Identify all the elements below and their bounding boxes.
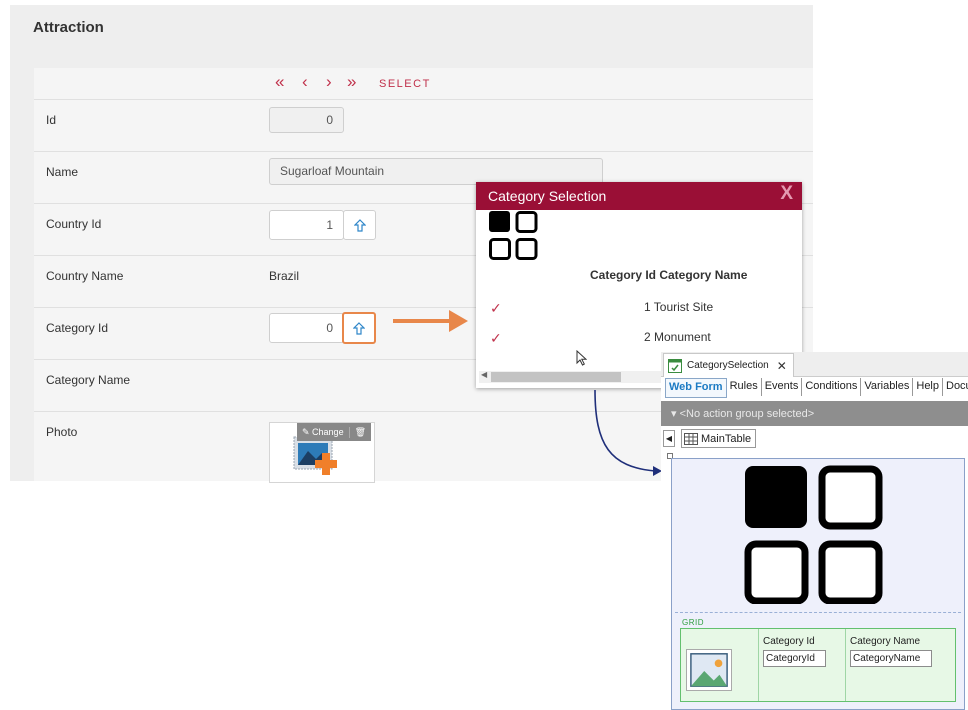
- country-name-value: Brazil: [269, 269, 300, 283]
- crumb-back-button[interactable]: ◀: [663, 430, 675, 447]
- name-input[interactable]: Sugarloaf Mountain: [269, 158, 603, 185]
- previous-record-button[interactable]: ‹: [302, 72, 308, 92]
- grid-field-category-id[interactable]: CategoryId: [763, 650, 826, 667]
- id-label: Id: [46, 113, 57, 127]
- table-icon: [684, 432, 698, 445]
- check-icon[interactable]: ✓: [490, 330, 502, 347]
- photo-toolbar: ✎ Change 🗑: [297, 423, 372, 441]
- subtab-events[interactable]: Events: [762, 378, 803, 396]
- design-canvas[interactable]: GRID Category Id CategoryId Category Nam…: [671, 458, 965, 710]
- subtab-web-form[interactable]: Web Form: [665, 378, 727, 398]
- grid-image-column: [681, 629, 759, 701]
- subtab-documentation[interactable]: Docu: [943, 378, 968, 396]
- navigation-bar: « ‹ › » SELECT: [34, 68, 813, 100]
- popup-column-header: Category Id Category Name: [590, 268, 748, 282]
- mouse-cursor-icon: [576, 350, 587, 366]
- grid-label: GRID: [682, 618, 704, 627]
- name-label: Name: [46, 165, 79, 179]
- subtab-rules[interactable]: Rules: [727, 378, 762, 396]
- category-row-value: 2 Monument: [644, 330, 711, 344]
- breadcrumb: ◀ MainTable: [663, 429, 757, 448]
- grid-four-icon: [489, 211, 538, 260]
- grid-container: GRID Category Id CategoryId Category Nam…: [675, 612, 961, 707]
- list-item[interactable]: ✓ 1 Tourist Site: [476, 294, 802, 322]
- category-id-input[interactable]: 0: [269, 313, 344, 343]
- country-prompt-button[interactable]: [343, 210, 376, 240]
- category-id-label: Category Id: [46, 321, 109, 335]
- action-group-selector[interactable]: ▾ <No action group selected>: [671, 407, 814, 420]
- photo-label: Photo: [46, 425, 78, 439]
- photo-delete-button[interactable]: 🗑: [348, 426, 371, 438]
- grid-column-header: Category Name: [850, 636, 921, 647]
- country-name-label: Country Name: [46, 269, 124, 283]
- id-input[interactable]: 0: [269, 107, 344, 133]
- crumb-label: MainTable: [701, 432, 752, 445]
- image-placeholder-icon: [686, 649, 732, 691]
- category-name-label: Category Name: [46, 373, 131, 387]
- arrow-up-icon: [353, 218, 366, 232]
- country-id-label: Country Id: [46, 217, 102, 231]
- select-button[interactable]: SELECT: [379, 78, 431, 90]
- grid-field-category-name[interactable]: CategoryName: [850, 650, 932, 667]
- grid-table[interactable]: Category Id CategoryId Category Name Cat…: [680, 628, 956, 702]
- category-row-value: 1 Tourist Site: [644, 300, 714, 314]
- tab-title: CategorySelection: [687, 360, 769, 371]
- first-record-button[interactable]: «: [275, 72, 284, 92]
- subtab-conditions[interactable]: Conditions: [802, 378, 862, 396]
- photo-field[interactable]: ✎ Change 🗑: [269, 422, 375, 483]
- next-record-button[interactable]: ›: [326, 72, 332, 92]
- country-id-input[interactable]: 1: [269, 210, 344, 240]
- arrow-up-icon: [353, 321, 365, 335]
- orange-arrow-icon: [393, 310, 468, 332]
- grid-four-icon: [744, 465, 883, 604]
- form-tab-icon: [668, 358, 682, 373]
- popup-title: Category Selection: [488, 188, 607, 204]
- ide-tab-bar: CategorySelection ✕: [661, 352, 968, 377]
- ide-subtabs: Web Form Rules Events Conditions Variabl…: [665, 378, 968, 398]
- last-record-button[interactable]: »: [347, 72, 356, 92]
- popup-header: Category Selection X: [476, 182, 802, 210]
- grid-column-category-name[interactable]: Category Name CategoryName: [846, 629, 956, 701]
- action-group-bar[interactable]: ▾ <No action group selected>: [661, 401, 968, 426]
- subtab-help[interactable]: Help: [913, 378, 943, 396]
- subtab-variables[interactable]: Variables: [861, 378, 914, 396]
- category-prompt-button[interactable]: [342, 312, 376, 344]
- field-row-id: Id 0: [34, 100, 813, 152]
- check-icon[interactable]: ✓: [490, 300, 502, 317]
- grid-column-category-id[interactable]: Category Id CategoryId: [759, 629, 846, 701]
- crumb-main-table[interactable]: MainTable: [681, 429, 757, 448]
- tab-category-selection[interactable]: CategorySelection ✕: [663, 353, 794, 377]
- scrollbar-thumb[interactable]: [491, 372, 621, 382]
- close-icon[interactable]: ✕: [777, 359, 787, 373]
- popup-close-button[interactable]: X: [780, 183, 793, 205]
- form-title: Attraction: [33, 19, 104, 36]
- scroll-left-icon[interactable]: ◀: [481, 370, 487, 379]
- ide-panel: CategorySelection ✕ Web Form Rules Event…: [661, 352, 968, 710]
- grid-column-header: Category Id: [763, 636, 815, 647]
- photo-change-button[interactable]: ✎ Change: [297, 427, 349, 438]
- list-item[interactable]: ✓ 2 Monument: [476, 324, 802, 352]
